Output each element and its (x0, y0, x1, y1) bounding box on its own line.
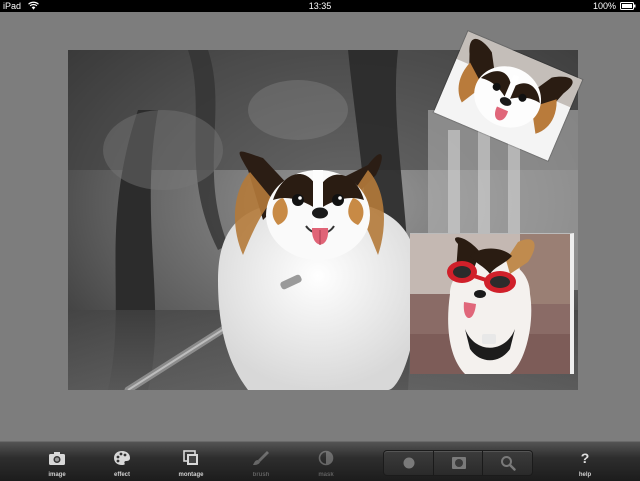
mask-icon (318, 450, 334, 466)
palette-icon (114, 451, 130, 465)
brush-icon (253, 451, 269, 465)
battery-percentage: 100% (592, 1, 616, 11)
help-label: help (578, 472, 592, 478)
question-mark-icon: ? (580, 450, 590, 466)
brush-label: brush (252, 472, 270, 478)
layers-icon (183, 450, 198, 465)
magnifier-icon (500, 456, 516, 471)
brush-button[interactable]: brush (231, 442, 291, 481)
camera-icon (49, 452, 65, 465)
help-button[interactable]: ? help (555, 442, 615, 481)
effect-button[interactable]: effect (92, 442, 152, 481)
framed-circle-icon (451, 457, 466, 469)
selection-mode-button[interactable] (384, 451, 433, 475)
bottom-toolbar: image effect montage brush mask ? help (0, 441, 640, 481)
montage-button[interactable]: montage (161, 442, 221, 481)
dog-goggles-image (410, 234, 570, 374)
status-bar: iPad 13:35 100% (0, 0, 640, 12)
mask-label: mask (318, 472, 334, 478)
zoom-mode-button[interactable] (482, 451, 532, 475)
montage-label: montage (178, 472, 204, 478)
effect-label: effect (113, 472, 130, 478)
circle-icon (403, 457, 414, 469)
montage-photo-right[interactable] (410, 233, 574, 374)
frame-mode-button[interactable] (433, 451, 483, 475)
image-label: image (48, 472, 66, 478)
clock: 13:35 (308, 1, 332, 11)
mask-button[interactable]: mask (296, 442, 356, 481)
view-mode-segmented-control (383, 450, 533, 476)
battery-icon (620, 2, 636, 10)
image-button[interactable]: image (27, 442, 87, 481)
